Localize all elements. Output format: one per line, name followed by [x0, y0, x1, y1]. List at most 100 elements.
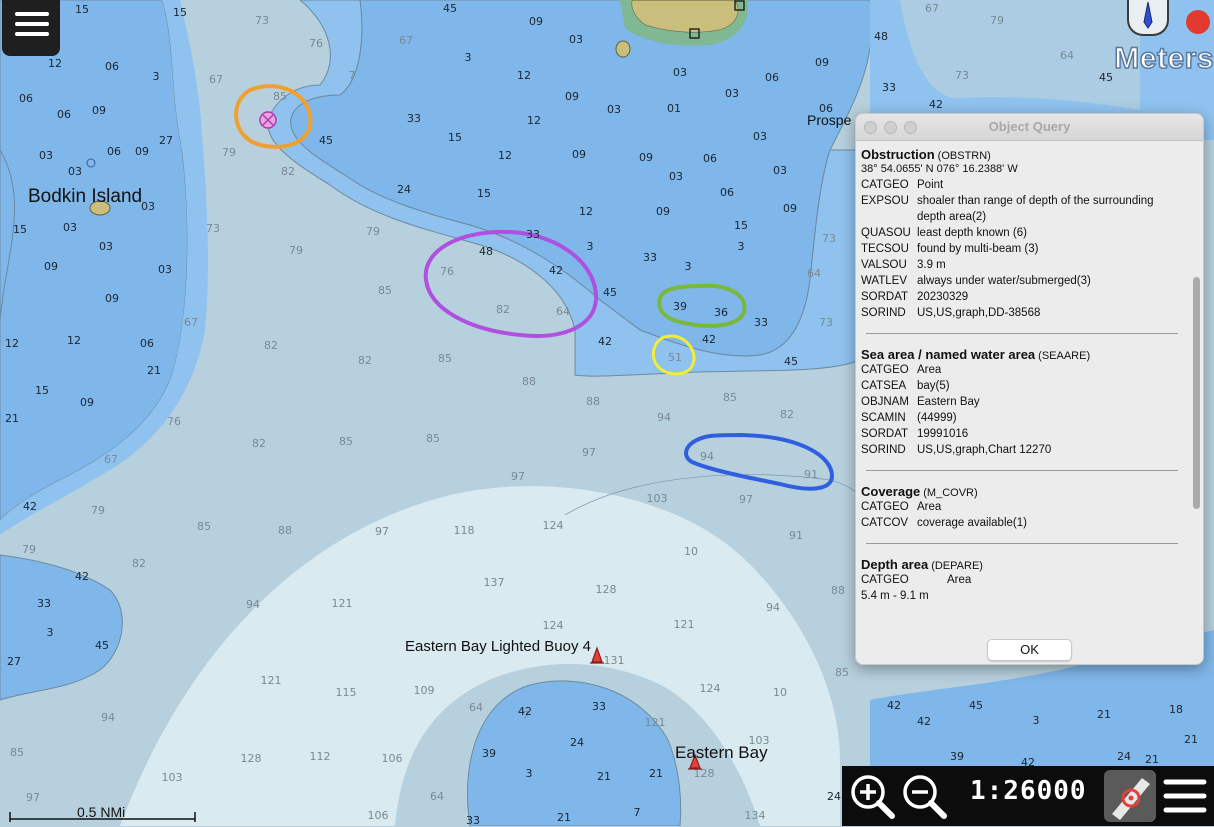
- attribute-value: always under water/submerged(3): [917, 275, 1091, 287]
- attribute-key: SORDAT: [861, 291, 909, 303]
- scale-readout: 1:26000: [970, 776, 1087, 806]
- depth-sounding: 33: [407, 112, 421, 125]
- attribute-key: CATGEO: [861, 501, 909, 513]
- record-button[interactable]: [1186, 10, 1210, 34]
- zoom-out-icon[interactable]: [900, 772, 948, 820]
- depth-sounding: 03: [753, 130, 767, 143]
- depth-sounding: 33: [37, 597, 51, 610]
- compass-button[interactable]: [1127, 0, 1169, 36]
- place-label-eastern-bay: Eastern Bay: [675, 743, 768, 762]
- section-title: Sea area / named water area (SEAARE): [861, 347, 1183, 362]
- depth-sounding: 15: [13, 223, 27, 236]
- depth-sounding: 97: [26, 791, 40, 804]
- depth-sounding: 42: [518, 705, 532, 718]
- depth-sounding: 79: [289, 244, 303, 257]
- depth-sounding: 109: [414, 684, 435, 697]
- attribute-value: Eastern Bay: [917, 396, 980, 408]
- section-divider: [866, 470, 1178, 471]
- depth-sounding: 118: [454, 524, 475, 537]
- list-menu-icon[interactable]: [1162, 774, 1208, 818]
- depth-sounding: 45: [603, 286, 617, 299]
- depth-sounding: 09: [639, 151, 653, 164]
- section-title: Obstruction (OBSTRN): [861, 147, 1183, 162]
- buoy-label: Eastern Bay Lighted Buoy 4: [405, 638, 591, 655]
- depth-sounding: 12: [67, 334, 81, 347]
- depth-sounding: 82: [281, 165, 295, 178]
- section-divider: [866, 543, 1178, 544]
- depth-sounding: 33: [754, 316, 768, 329]
- depth-sounding: 7: [349, 69, 356, 82]
- route-icon: [1112, 778, 1150, 820]
- depth-sounding: 112: [310, 750, 331, 763]
- zoom-in-icon[interactable]: [848, 772, 896, 820]
- depth-sounding: 27: [159, 134, 173, 147]
- depth-sounding: 45: [1099, 71, 1113, 84]
- route-button[interactable]: [1104, 770, 1156, 822]
- depth-sounding: 73: [255, 14, 269, 27]
- depth-sounding: 09: [815, 56, 829, 69]
- attribute-row: SORIND US,US,graph,DD-38568: [861, 305, 1183, 321]
- depth-sounding: 03: [99, 240, 113, 253]
- depth-sounding: 03: [725, 87, 739, 100]
- depth-sounding: 88: [278, 524, 292, 537]
- depth-sounding: 12: [498, 149, 512, 162]
- attribute-row: SORDAT 19991016: [861, 426, 1183, 442]
- depth-sounding: 06: [703, 152, 717, 165]
- depth-sounding: 33: [643, 251, 657, 264]
- depth-sounding: 42: [75, 570, 89, 583]
- attribute-row: TECSOU found by multi-beam (3): [861, 241, 1183, 257]
- depth-sounding: 85: [835, 666, 849, 679]
- scroll-thumb[interactable]: [1193, 277, 1200, 509]
- depth-sounding: 51: [668, 351, 682, 364]
- depth-sounding: 10: [773, 686, 787, 699]
- depth-sounding: 124: [543, 519, 564, 532]
- ok-button[interactable]: OK: [987, 639, 1072, 661]
- menu-line: [15, 22, 49, 26]
- depth-sounding: 36: [714, 306, 728, 319]
- section-code: (DEPARE): [931, 560, 983, 572]
- depth-sounding: 12: [5, 337, 19, 350]
- query-results[interactable]: Obstruction (OBSTRN) 38° 54.0655' N 076° 1…: [861, 147, 1183, 631]
- depth-sounding: 85: [378, 284, 392, 297]
- depth-sounding: 45: [443, 2, 457, 15]
- main-menu-button[interactable]: [2, 0, 60, 56]
- dialog-titlebar[interactable]: Object Query: [856, 114, 1203, 141]
- depth-sounding: 124: [543, 619, 564, 632]
- attribute-value: US,US,graph,Chart 12270: [917, 444, 1052, 456]
- depth-sounding: 115: [336, 686, 357, 699]
- section-title: Coverage (M_COVR): [861, 484, 1183, 499]
- depth-sounding: 33: [882, 81, 896, 94]
- depth-sounding: 82: [496, 303, 510, 316]
- units-label[interactable]: Meters: [1114, 41, 1214, 76]
- depth-sounding: 94: [246, 598, 260, 611]
- section-title-text: Obstruction: [861, 147, 935, 162]
- depth-sounding: 42: [549, 264, 563, 277]
- section-title-text: Depth area: [861, 557, 929, 572]
- depth-sounding: 09: [572, 148, 586, 161]
- attribute-row: CATGEO Area: [861, 499, 1183, 515]
- depth-sounding: 131: [604, 654, 625, 667]
- depth-sounding: 45: [969, 699, 983, 712]
- depth-sounding: 03: [773, 164, 787, 177]
- depth-sounding: 15: [75, 3, 89, 16]
- depth-sounding: 42: [887, 699, 901, 712]
- depth-sounding: 12: [517, 69, 531, 82]
- attribute-value: (44999): [917, 412, 957, 424]
- depth-sounding: 67: [104, 453, 118, 466]
- menu-line: [15, 32, 49, 36]
- depth-sounding: 128: [241, 752, 262, 765]
- depth-sounding: 82: [358, 354, 372, 367]
- place-label-bodkin-island: Bodkin Island: [28, 186, 143, 207]
- depth-sounding: 97: [739, 493, 753, 506]
- depth-sounding: 3: [587, 240, 594, 253]
- depth-sounding: 79: [22, 543, 36, 556]
- depth-sounding: 09: [565, 90, 579, 103]
- depth-sounding: 103: [162, 771, 183, 784]
- scrollbar[interactable]: [1193, 144, 1200, 630]
- depth-sounding: 3: [1033, 714, 1040, 727]
- attribute-key: CATGEO: [861, 179, 909, 191]
- depth-sounding: 24: [570, 736, 584, 749]
- depth-sounding: 09: [92, 104, 106, 117]
- depth-sounding: 42: [917, 715, 931, 728]
- depth-sounding: 128: [596, 583, 617, 596]
